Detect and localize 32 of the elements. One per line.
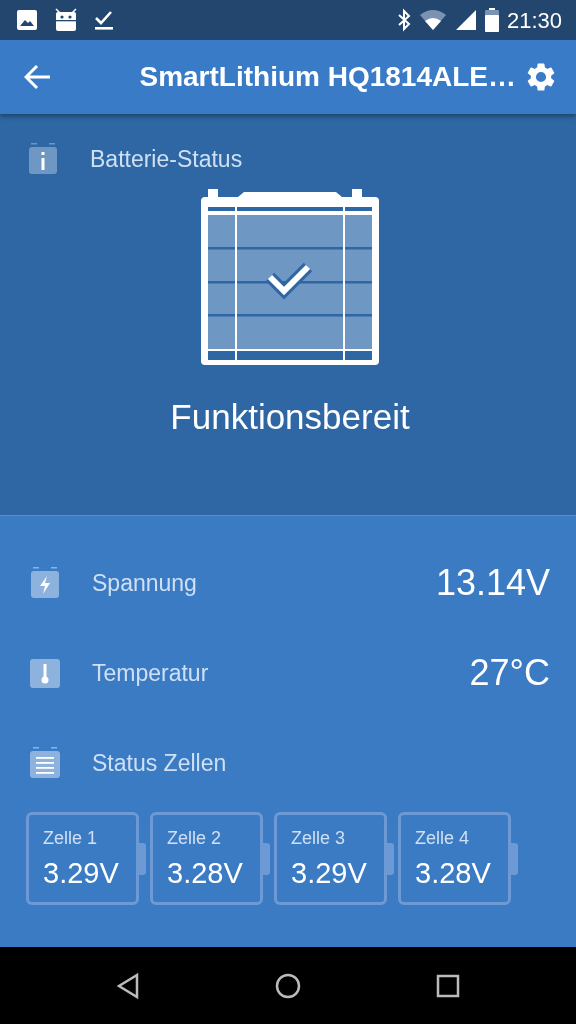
signal-icon <box>454 9 477 31</box>
section-label: Batterie-Status <box>89 145 243 174</box>
reading-value: 13.14V <box>435 561 550 605</box>
reading-value: 27°C <box>469 651 550 695</box>
cell-voltage: 3.28V <box>415 856 492 891</box>
cell-voltage: 3.28V <box>167 856 244 891</box>
cell-voltage: 3.29V <box>291 856 368 891</box>
download-done-icon <box>94 9 114 31</box>
home-icon[interactable] <box>275 972 301 999</box>
app-title: SmartLithium HQ1814ALE… <box>139 60 516 94</box>
recents-icon[interactable] <box>436 973 461 998</box>
cell-label: Zelle 1 <box>43 827 99 850</box>
cell-label: Zelle 3 <box>291 827 347 850</box>
clock-time: 21:30 <box>506 6 562 35</box>
battery-icon <box>484 8 499 32</box>
android-robot-icon <box>54 8 78 32</box>
bluetooth-icon <box>396 8 411 32</box>
wifi-icon <box>418 9 447 31</box>
cell-label: Zelle 2 <box>167 827 223 850</box>
bolt-icon <box>30 567 60 599</box>
cell-label: Zelle 4 <box>415 827 471 850</box>
thermometer-icon <box>30 657 60 689</box>
info-icon <box>28 143 58 176</box>
reading-label: Temperatur <box>91 658 209 688</box>
list-icon <box>30 747 60 779</box>
reading-label: Spannung <box>91 568 197 598</box>
back-arrow-icon[interactable] <box>24 64 52 90</box>
image-icon <box>16 9 38 31</box>
battery-state: Funktionsbereit <box>169 395 411 438</box>
cell-voltage: 3.29V <box>43 856 120 891</box>
reading-label: Status Zellen <box>91 748 227 778</box>
back-icon[interactable] <box>115 972 140 999</box>
